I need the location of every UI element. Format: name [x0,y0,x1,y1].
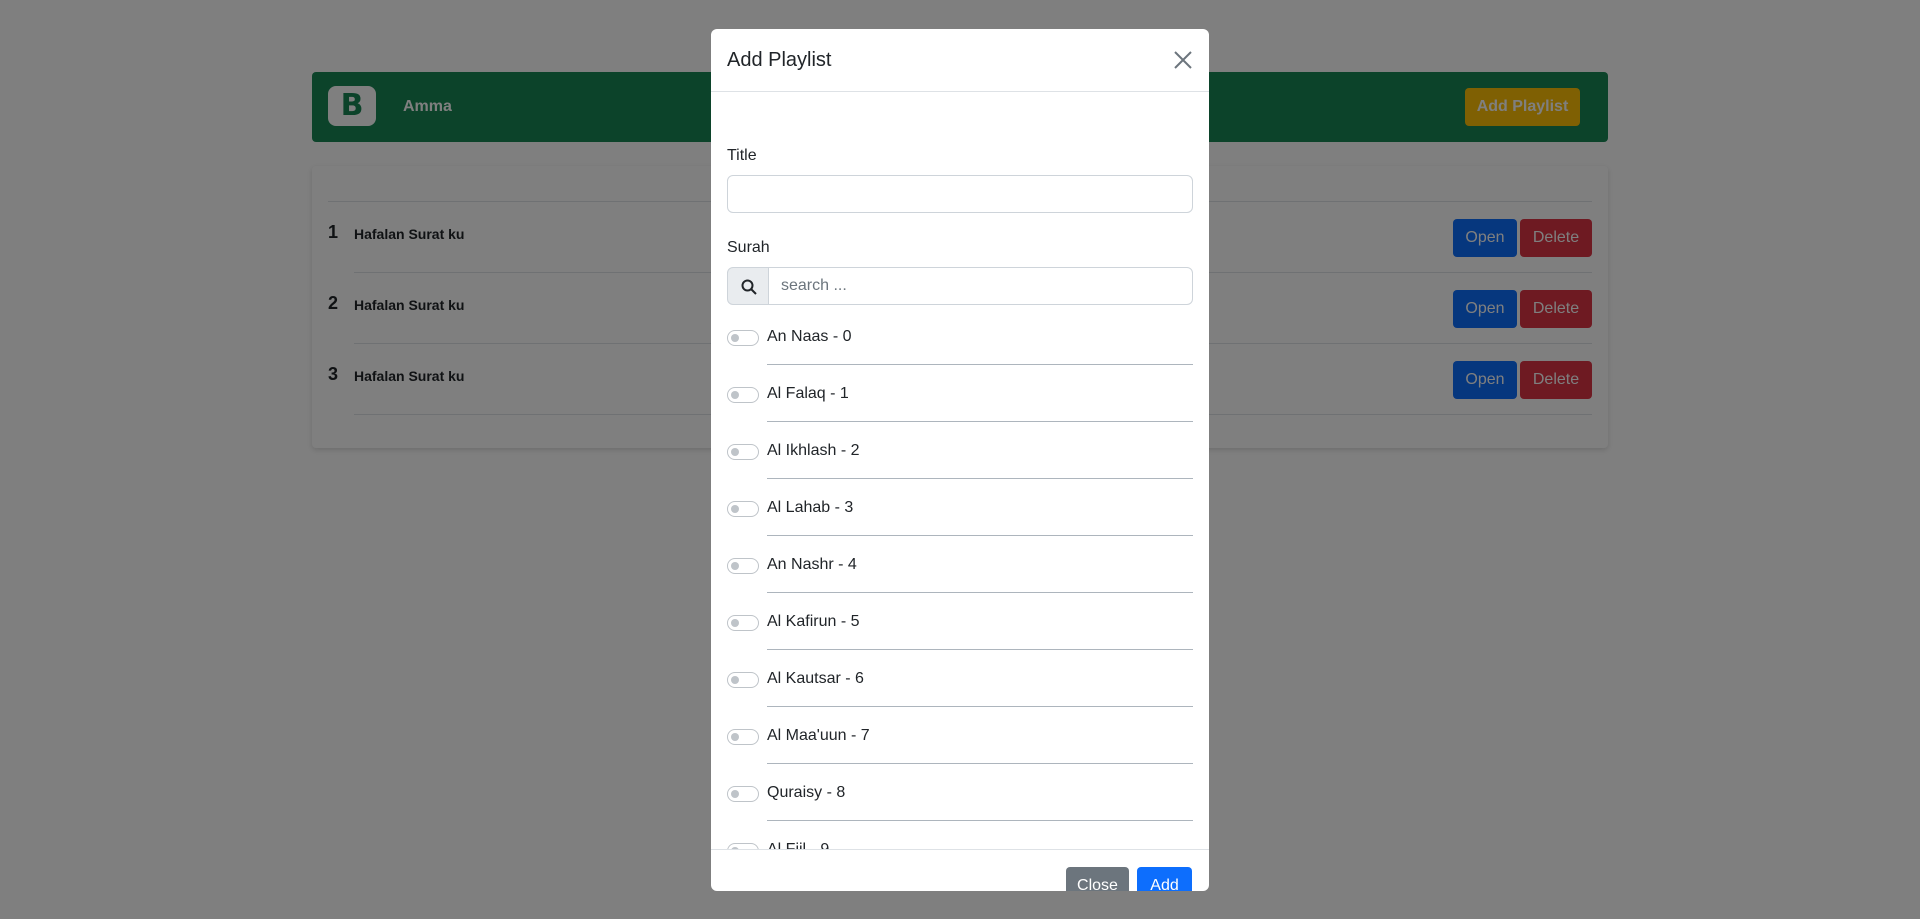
divider [767,592,1193,593]
surah-toggle[interactable] [727,729,759,745]
surah-toggle[interactable] [727,615,759,631]
title-label: Title [727,147,757,164]
search-group [727,267,1193,305]
close-icon[interactable] [1171,48,1195,72]
modal-header: Add Playlist [711,29,1209,92]
modal-body: Title Surah An Naas - 0 Al Falaq - 1 Al Ik… [711,92,1209,849]
surah-toggle[interactable] [727,786,759,802]
surah-label: Quraisy - 8 [767,784,846,801]
divider [767,649,1193,650]
surah-label: Al Kautsar - 6 [767,670,864,687]
modal-title: Add Playlist [727,49,832,71]
surah-label: Al Maa'uun - 7 [767,727,870,744]
surah-label: Al Lahab - 3 [767,499,854,516]
surah-item: Al Lahab - 3 [711,493,1209,550]
surah-label: Al Ikhlash - 2 [767,442,860,459]
surah-toggle[interactable] [727,444,759,460]
surah-label: Al Falaq - 1 [767,385,849,402]
divider [767,535,1193,536]
surah-item: An Naas - 0 [711,322,1209,379]
surah-item: Al Falaq - 1 [711,379,1209,436]
surah-item: An Nashr - 4 [711,550,1209,607]
divider [767,364,1193,365]
search-input[interactable] [768,267,1193,305]
modal-footer: Close Add [711,849,1209,891]
surah-label: Surah [727,239,770,256]
search-icon [727,267,769,305]
surah-label: An Nashr - 4 [767,556,857,573]
add-button[interactable]: Add [1137,867,1192,891]
surah-toggle[interactable] [727,672,759,688]
surah-item: Al Kautsar - 6 [711,664,1209,721]
close-button[interactable]: Close [1066,867,1129,891]
divider [767,706,1193,707]
surah-toggle[interactable] [727,558,759,574]
add-playlist-modal: Add Playlist Title Surah An Naas - 0 Al F… [711,29,1209,891]
surah-toggle[interactable] [727,387,759,403]
title-input[interactable] [727,175,1193,213]
surah-item: Al Maa'uun - 7 [711,721,1209,778]
divider [767,820,1193,821]
surah-item: Quraisy - 8 [711,778,1209,835]
surah-item: Al Ikhlash - 2 [711,436,1209,493]
surah-toggle[interactable] [727,501,759,517]
surah-label: Al Fiil - 9 [767,841,829,849]
surah-label: An Naas - 0 [767,328,852,345]
divider [767,763,1193,764]
divider [767,478,1193,479]
divider [767,421,1193,422]
surah-toggle[interactable] [727,330,759,346]
surah-item: Al Kafirun - 5 [711,607,1209,664]
surah-item: Al Fiil - 9 [711,835,1209,849]
surah-label: Al Kafirun - 5 [767,613,860,630]
